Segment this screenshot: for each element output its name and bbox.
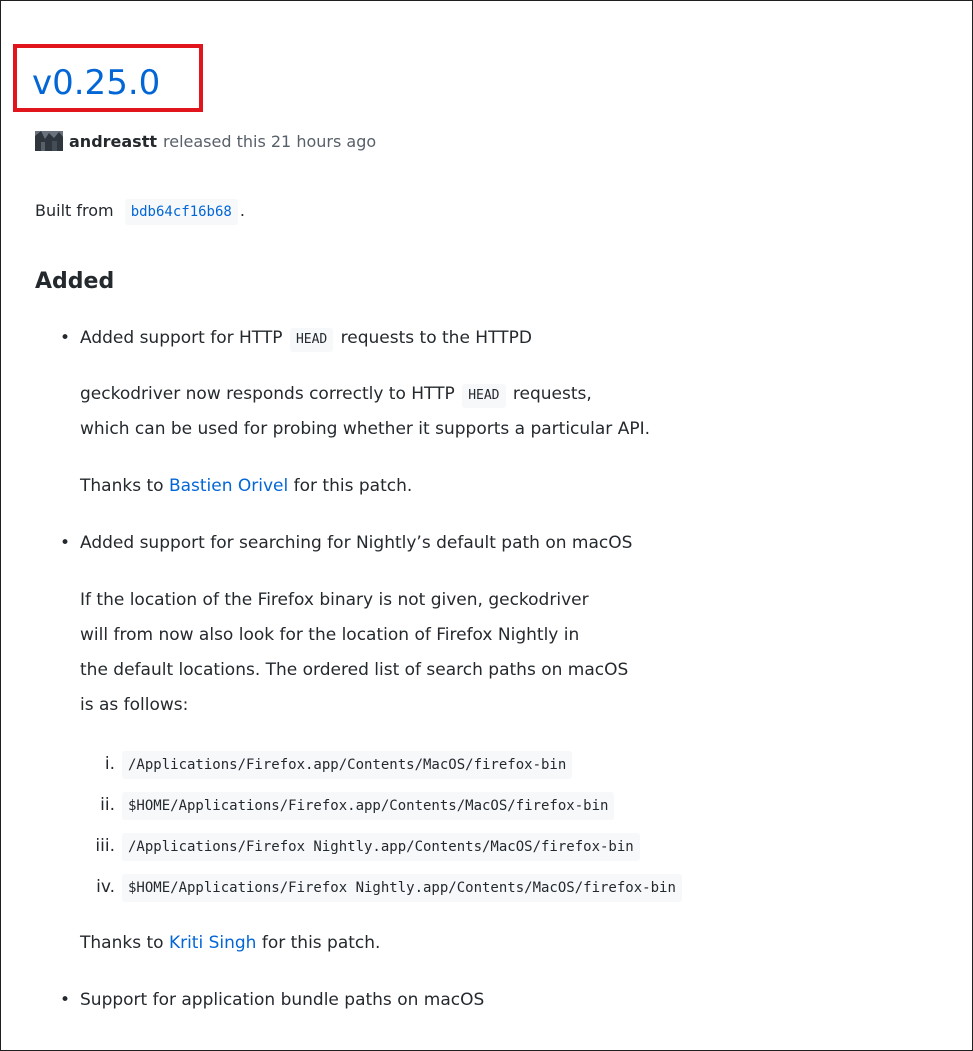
contributor-link[interactable]: Kriti Singh — [169, 933, 257, 953]
list-item-nightly-path: • Added support for searching for Nightl… — [35, 526, 960, 561]
list-item-bundle-paths: • Support for application bundle paths o… — [35, 983, 960, 1018]
list-numeral: ii. — [100, 795, 115, 815]
avatar-icon[interactable] — [35, 131, 63, 151]
paragraph-line: the default locations. The ordered list … — [80, 660, 629, 680]
thanks-suffix: for this patch. — [293, 476, 413, 496]
list-item-http-head: • Added support for HTTP HEAD requests t… — [35, 321, 960, 356]
item-text: Added support for searching for Nightly’… — [80, 533, 633, 553]
paragraph-line: which can be used for probing whether it… — [80, 419, 650, 439]
item-text: requests to the HTTPD — [340, 328, 532, 348]
thanks-line: Thanks to Bastien Orivel for this patch. — [35, 469, 960, 504]
author-link[interactable]: andreastt — [69, 132, 157, 151]
path-list-item: ii. $HOME/Applications/Firefox.app/Conte… — [35, 785, 960, 826]
paragraph-line: is as follows: — [80, 695, 189, 715]
path-list-item: iv. $HOME/Applications/Firefox Nightly.a… — [35, 867, 960, 908]
item-text: Support for application bundle paths on … — [80, 990, 485, 1010]
search-path-list: i. /Applications/Firefox.app/Contents/Ma… — [35, 744, 960, 908]
paragraph-line: geckodriver now responds correctly to HT… — [35, 377, 960, 412]
commit-sha-link[interactable]: bdb64cf16b68 — [124, 199, 238, 225]
path-code: /Applications/Firefox.app/Contents/MacOS… — [122, 751, 573, 779]
release-panel: v0.25.0 andreastt released this 21 hours… — [0, 0, 973, 1051]
inline-code: HEAD — [462, 384, 506, 408]
thanks-suffix: for this patch. — [261, 933, 381, 953]
paragraph-text: geckodriver now responds correctly to HT… — [80, 384, 455, 404]
item-text: Added support for HTTP — [80, 328, 283, 348]
section-heading-added: Added — [35, 269, 115, 294]
thanks-prefix: Thanks to — [80, 933, 164, 953]
paragraph-line: will from now also look for the location… — [80, 625, 580, 645]
path-code: $HOME/Applications/Firefox.app/Contents/… — [122, 792, 615, 820]
contributor-link[interactable]: Bastien Orivel — [169, 476, 288, 496]
release-meta: andreastt released this 21 hours ago — [35, 128, 376, 154]
release-title-link[interactable]: v0.25.0 — [32, 59, 160, 107]
built-from-line: Built from bdb64cf16b68. — [35, 198, 245, 225]
built-from-suffix: . — [239, 201, 245, 220]
inline-code: HEAD — [289, 328, 334, 352]
list-numeral: i. — [104, 754, 115, 774]
release-time-text: released this 21 hours ago — [163, 131, 377, 151]
path-code: /Applications/Firefox Nightly.app/Conten… — [122, 833, 640, 861]
bullet-icon: • — [60, 328, 71, 348]
thanks-line: Thanks to Kriti Singh for this patch. — [35, 926, 960, 961]
path-list-item: i. /Applications/Firefox.app/Contents/Ma… — [35, 744, 960, 785]
release-notes-body: • Added support for HTTP HEAD requests t… — [35, 321, 960, 1018]
built-from-label: Built from — [35, 201, 114, 220]
path-code: $HOME/Applications/Firefox Nightly.app/C… — [122, 874, 682, 902]
path-list-item: iii. /Applications/Firefox Nightly.app/C… — [35, 826, 960, 867]
list-numeral: iv. — [96, 877, 115, 897]
list-numeral: iii. — [95, 836, 115, 856]
bullet-icon: • — [60, 990, 71, 1010]
paragraph-line: If the location of the Firefox binary is… — [80, 590, 589, 610]
paragraph-text: requests, — [512, 384, 592, 404]
bullet-icon: • — [60, 533, 71, 553]
thanks-prefix: Thanks to — [80, 476, 164, 496]
